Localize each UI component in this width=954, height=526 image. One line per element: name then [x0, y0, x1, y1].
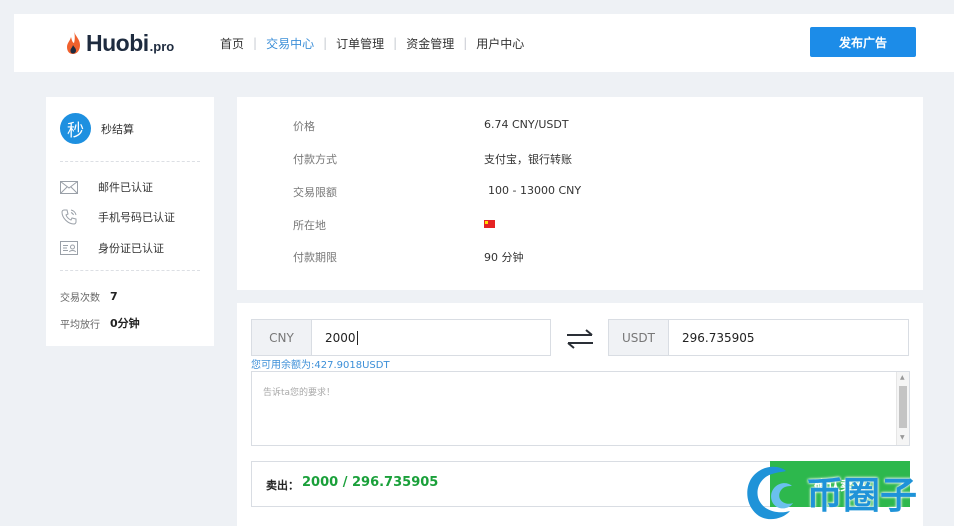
huobi-logo[interactable]: Huobi .pro [66, 28, 174, 58]
payment-value: 支付宝，银行转账 [484, 153, 572, 166]
scrollbar-thumb[interactable] [899, 386, 907, 428]
remark-placeholder: 告诉ta您的要求！ [263, 388, 336, 398]
merchant-avatar[interactable]: 秒 [60, 113, 91, 144]
usdt-amount-input[interactable]: 296.735905 [669, 320, 908, 355]
id-verified-label: 身份证已认证 [98, 242, 164, 255]
sell-amount: 2000 / 296.735905 [302, 475, 439, 490]
nav-user-center[interactable]: 用户中心 [476, 35, 524, 52]
cny-amount-input[interactable]: 2000 [312, 320, 550, 355]
remark-textarea[interactable]: 告诉ta您的要求！ ▲ ▼ [251, 371, 910, 446]
logo-brand-text: Huobi [86, 29, 149, 56]
id-card-icon [60, 241, 78, 255]
nav-divider: | [393, 36, 398, 50]
main-nav: 首页 | 交易中心 | 订单管理 | 资金管理 | 用户中心 [220, 14, 524, 72]
deadline-value: 90 分钟 [484, 251, 524, 264]
china-flag-icon [484, 220, 495, 228]
deadline-label: 付款期限 [293, 251, 337, 264]
cny-amount-field[interactable]: CNY 2000 [251, 319, 551, 356]
nav-divider: | [323, 36, 328, 50]
scroll-up-icon[interactable]: ▲ [900, 375, 905, 381]
usdt-amount-field[interactable]: USDT 296.735905 [608, 319, 909, 356]
available-balance: 您可用余额为:427.9018USDT [251, 360, 390, 371]
payment-label: 付款方式 [293, 153, 337, 166]
merchant-panel: 秒 秒结算 邮件已认证 手机号码已认证 身份证已认证 交易次数 7 平均放行 0… [46, 97, 214, 346]
id-verified: 身份证已认证 [60, 240, 164, 256]
nav-funds[interactable]: 资金管理 [406, 35, 454, 52]
location-label: 所在地 [293, 219, 326, 232]
release-time-stat: 平均放行 0分钟 [60, 315, 140, 331]
usdt-unit-label: USDT [609, 320, 669, 355]
phone-verified-label: 手机号码已认证 [98, 211, 175, 224]
scroll-down-icon[interactable]: ▼ [900, 435, 905, 441]
cny-amount-text: 2000 [325, 330, 356, 345]
trade-count-stat: 交易次数 7 [60, 289, 118, 304]
email-verified-label: 邮件已认证 [98, 181, 153, 194]
top-header: Huobi .pro 首页 | 交易中心 | 订单管理 | 资金管理 | 用户中… [14, 14, 954, 72]
post-ad-button[interactable]: 发布广告 [810, 27, 916, 57]
release-time-label: 平均放行 [60, 319, 100, 331]
trade-panel: CNY 2000 USDT 296.735905 您可用余额为:427.9018… [237, 303, 923, 526]
logo-suffix-text: .pro [149, 39, 175, 54]
remark-scrollbar[interactable]: ▲ ▼ [896, 372, 909, 445]
divider [60, 161, 200, 162]
release-time-value: 0分钟 [110, 317, 140, 330]
confirm-sell-button[interactable]: 确认卖出 [770, 461, 910, 507]
sell-summary-bar: 卖出： 2000 / 296.735905 确认卖出 [251, 461, 910, 507]
envelope-icon [60, 180, 78, 194]
location-value [484, 217, 495, 230]
sell-label: 卖出： [266, 479, 299, 492]
trade-count-label: 交易次数 [60, 293, 100, 304]
price-value: 6.74 CNY/USDT [484, 118, 569, 131]
limit-value: 100 - 13000 CNY [488, 184, 582, 197]
flame-logo-icon [67, 31, 80, 54]
nav-trade-center[interactable]: 交易中心 [266, 35, 314, 52]
nav-divider: | [463, 36, 468, 50]
cny-unit-label: CNY [252, 320, 312, 355]
merchant-name[interactable]: 秒结算 [101, 121, 134, 137]
swap-arrows-icon[interactable] [565, 327, 595, 351]
ad-info-panel: 价格 6.74 CNY/USDT 付款方式 支付宝，银行转账 交易限额 100 … [237, 97, 923, 290]
phone-icon [60, 209, 78, 225]
limit-label: 交易限额 [293, 186, 337, 199]
trade-count-value: 7 [110, 290, 118, 303]
text-cursor [356, 330, 358, 345]
phone-verified: 手机号码已认证 [60, 209, 175, 225]
price-label: 价格 [293, 120, 315, 133]
nav-orders[interactable]: 订单管理 [336, 35, 384, 52]
divider [60, 270, 200, 271]
email-verified: 邮件已认证 [60, 179, 153, 195]
nav-home[interactable]: 首页 [220, 35, 244, 52]
nav-divider: | [253, 36, 258, 50]
